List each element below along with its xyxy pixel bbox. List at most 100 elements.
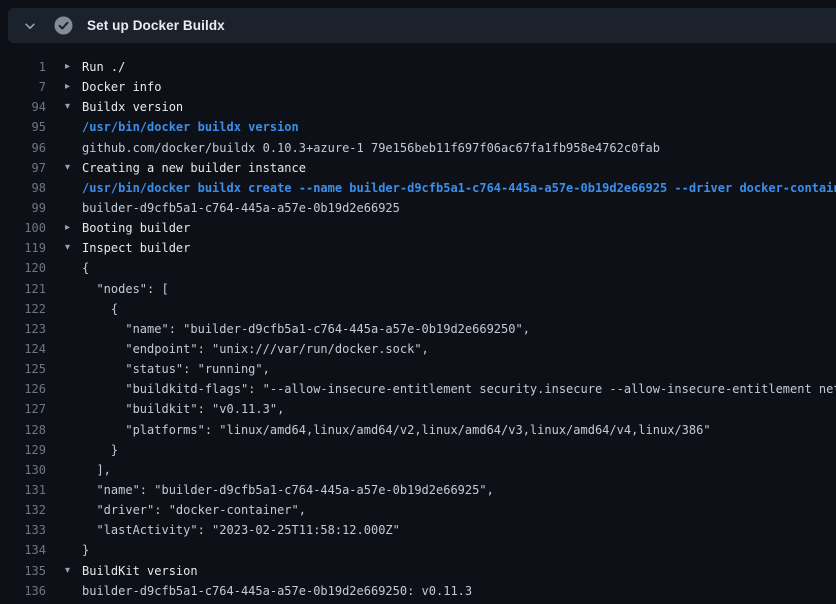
check-circle-icon xyxy=(54,16,73,35)
line-text: Run ./ xyxy=(82,57,836,77)
line-text: Creating a new builder instance xyxy=(82,158,836,178)
line-text: Docker info xyxy=(82,77,836,97)
log-group-row[interactable]: 1 ▸ Run ./ xyxy=(0,57,836,77)
line-number[interactable]: 7 xyxy=(0,77,46,97)
line-number[interactable]: 121 xyxy=(0,279,46,299)
log-line: 131 "name": "builder-d9cfb5a1-c764-445a-… xyxy=(0,480,836,500)
group-toggle-icon xyxy=(46,581,82,601)
line-number[interactable]: 95 xyxy=(0,117,46,137)
line-number[interactable]: 99 xyxy=(0,198,46,218)
line-text: "status": "running", xyxy=(82,359,836,379)
group-toggle-icon xyxy=(46,520,82,540)
group-toggle-icon xyxy=(46,359,82,379)
line-number[interactable]: 96 xyxy=(0,138,46,158)
chevron-down-icon[interactable] xyxy=(22,18,38,34)
group-toggle-icon xyxy=(46,420,82,440)
triangle-down-icon: ▾ xyxy=(46,158,82,178)
line-number[interactable]: 94 xyxy=(0,97,46,117)
log-area: 1 ▸ Run ./ 7 ▸ Docker info 94 ▾ Buildx v… xyxy=(0,43,836,604)
group-toggle-icon xyxy=(46,319,82,339)
line-text: Booting builder xyxy=(82,218,836,238)
group-toggle-icon xyxy=(46,379,82,399)
line-text: ], xyxy=(82,460,836,480)
log-group-row[interactable]: 7 ▸ Docker info xyxy=(0,77,836,97)
line-number[interactable]: 1 xyxy=(0,57,46,77)
line-text: "name": "builder-d9cfb5a1-c764-445a-a57e… xyxy=(82,319,836,339)
group-toggle-icon xyxy=(46,440,82,460)
line-number[interactable]: 125 xyxy=(0,359,46,379)
log-lines: 1 ▸ Run ./ 7 ▸ Docker info 94 ▾ Buildx v… xyxy=(0,57,836,601)
line-text: builder-d9cfb5a1-c764-445a-a57e-0b19d2e6… xyxy=(82,198,836,218)
group-toggle-icon xyxy=(46,540,82,560)
line-text: Inspect builder xyxy=(82,238,836,258)
log-line: 120 { xyxy=(0,258,836,278)
triangle-right-icon: ▸ xyxy=(46,57,82,77)
triangle-down-icon: ▾ xyxy=(46,97,82,117)
log-line: 130 ], xyxy=(0,460,836,480)
line-number[interactable]: 119 xyxy=(0,238,46,258)
triangle-right-icon: ▸ xyxy=(46,218,82,238)
line-text: /usr/bin/docker buildx version xyxy=(82,117,836,137)
log-line: 129 } xyxy=(0,440,836,460)
group-toggle-icon xyxy=(46,399,82,419)
line-text: builder-d9cfb5a1-c764-445a-a57e-0b19d2e6… xyxy=(82,581,836,601)
log-group-row[interactable]: 119 ▾ Inspect builder xyxy=(0,238,836,258)
log-group-row[interactable]: 97 ▾ Creating a new builder instance xyxy=(0,158,836,178)
group-toggle-icon xyxy=(46,339,82,359)
line-text: } xyxy=(82,540,836,560)
log-line: 126 "buildkitd-flags": "--allow-insecure… xyxy=(0,379,836,399)
log-line: 122 { xyxy=(0,299,836,319)
line-text: { xyxy=(82,258,836,278)
line-number[interactable]: 126 xyxy=(0,379,46,399)
log-line: 133 "lastActivity": "2023-02-25T11:58:12… xyxy=(0,520,836,540)
line-text: "buildkitd-flags": "--allow-insecure-ent… xyxy=(82,379,836,399)
line-number[interactable]: 131 xyxy=(0,480,46,500)
line-number[interactable]: 100 xyxy=(0,218,46,238)
group-toggle-icon xyxy=(46,480,82,500)
log-line: 99 builder-d9cfb5a1-c764-445a-a57e-0b19d… xyxy=(0,198,836,218)
line-number[interactable]: 128 xyxy=(0,420,46,440)
line-text: "nodes": [ xyxy=(82,279,836,299)
line-text: "name": "builder-d9cfb5a1-c764-445a-a57e… xyxy=(82,480,836,500)
line-number[interactable]: 127 xyxy=(0,399,46,419)
line-text: } xyxy=(82,440,836,460)
line-number[interactable]: 134 xyxy=(0,540,46,560)
line-number[interactable]: 122 xyxy=(0,299,46,319)
line-number[interactable]: 120 xyxy=(0,258,46,278)
log-line: 95 /usr/bin/docker buildx version xyxy=(0,117,836,137)
line-number[interactable]: 136 xyxy=(0,581,46,601)
group-toggle-icon xyxy=(46,178,82,198)
group-toggle-icon xyxy=(46,299,82,319)
group-toggle-icon xyxy=(46,138,82,158)
log-line: 98 /usr/bin/docker buildx create --name … xyxy=(0,178,836,198)
line-text: /usr/bin/docker buildx create --name bui… xyxy=(82,178,836,198)
triangle-down-icon: ▾ xyxy=(46,561,82,581)
group-toggle-icon xyxy=(46,460,82,480)
log-line: 121 "nodes": [ xyxy=(0,279,836,299)
line-text: { xyxy=(82,299,836,319)
line-number[interactable]: 130 xyxy=(0,460,46,480)
line-text: "buildkit": "v0.11.3", xyxy=(82,399,836,419)
line-number[interactable]: 124 xyxy=(0,339,46,359)
step-title: Set up Docker Buildx xyxy=(87,18,225,33)
log-line: 124 "endpoint": "unix:///var/run/docker.… xyxy=(0,339,836,359)
triangle-down-icon: ▾ xyxy=(46,238,82,258)
log-group-row[interactable]: 100 ▸ Booting builder xyxy=(0,218,836,238)
line-number[interactable]: 129 xyxy=(0,440,46,460)
log-line: 132 "driver": "docker-container", xyxy=(0,500,836,520)
line-number[interactable]: 123 xyxy=(0,319,46,339)
line-number[interactable]: 98 xyxy=(0,178,46,198)
log-group-row[interactable]: 94 ▾ Buildx version xyxy=(0,97,836,117)
line-number[interactable]: 133 xyxy=(0,520,46,540)
log-line: 96 github.com/docker/buildx 0.10.3+azure… xyxy=(0,138,836,158)
line-text: "lastActivity": "2023-02-25T11:58:12.000… xyxy=(82,520,836,540)
step-header[interactable]: Set up Docker Buildx xyxy=(8,8,836,43)
line-text: github.com/docker/buildx 0.10.3+azure-1 … xyxy=(82,138,836,158)
log-line: 134 } xyxy=(0,540,836,560)
group-toggle-icon xyxy=(46,500,82,520)
line-number[interactable]: 132 xyxy=(0,500,46,520)
triangle-right-icon: ▸ xyxy=(46,77,82,97)
line-number[interactable]: 97 xyxy=(0,158,46,178)
line-number[interactable]: 135 xyxy=(0,561,46,581)
log-group-row[interactable]: 135 ▾ BuildKit version xyxy=(0,561,836,581)
